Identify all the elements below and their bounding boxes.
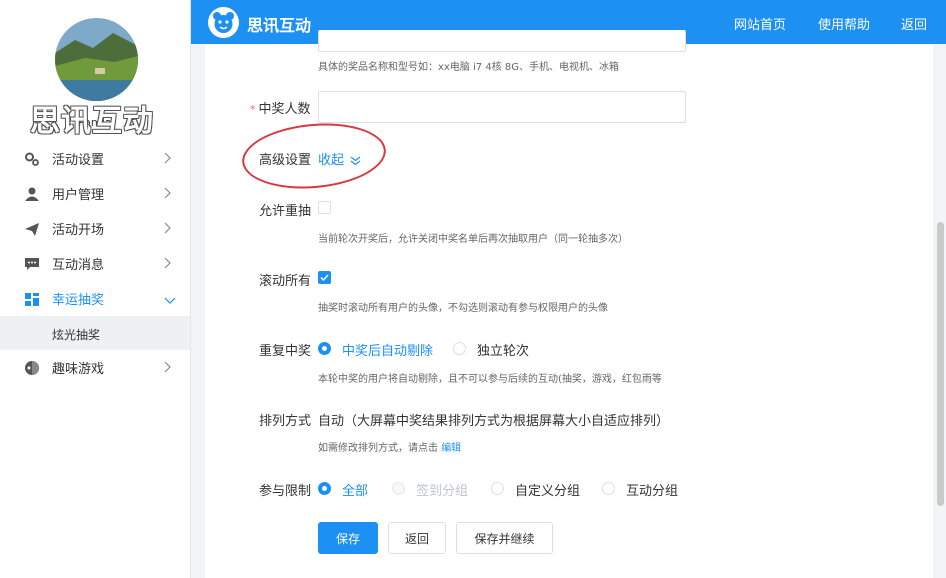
sort-method-hint-text: 如需修改排列方式，请点击 xyxy=(318,443,438,454)
paper-plane-icon xyxy=(24,221,40,237)
collapse-toggle[interactable]: 收起 xyxy=(318,149,361,168)
scroll-all-label: 滚动所有 xyxy=(259,274,312,289)
scroll-all-hint: 抽奖时滚动所有用户的头像，不勾选则滚动有参与权限用户的头像 xyxy=(318,303,608,314)
allow-redraw-checkbox[interactable] xyxy=(318,201,331,214)
limit-all-option[interactable]: 全部 xyxy=(342,480,368,499)
sidebar-item-fun-games[interactable]: 趣味游戏 xyxy=(0,350,190,385)
sidebar-item-label: 用户管理 xyxy=(52,188,105,203)
scroll-all-checkbox[interactable] xyxy=(318,271,331,284)
repeat-win-label: 重复中奖 xyxy=(259,344,312,359)
prize-name-hint: 具体的奖品名称和型号如：xx电脑 i7 4核 8G、手机、电视机、冰箱 xyxy=(318,62,619,73)
prize-name-input[interactable] xyxy=(318,30,686,52)
sidebar-item-label: 幸运抽奖 xyxy=(52,293,105,308)
chevron-down-icon xyxy=(164,294,176,309)
edit-link[interactable]: 编辑 xyxy=(441,443,461,454)
nav-link-back[interactable]: 返回 xyxy=(901,14,927,33)
logo-icon xyxy=(208,7,239,38)
sidebar-subitem-glow-draw[interactable]: 炫光抽奖 xyxy=(0,316,190,350)
collapse-toggle-label: 收起 xyxy=(318,153,345,168)
sidebar-item-activity-settings[interactable]: 活动设置 xyxy=(0,141,190,176)
winners-label: * 中奖人数 xyxy=(250,98,311,117)
limit-checkin-group-radio xyxy=(392,482,405,495)
avatar-landscape-image xyxy=(55,18,138,101)
advanced-settings-label: 高级设置 xyxy=(259,153,312,168)
limit-custom-group-radio[interactable] xyxy=(491,482,504,495)
game-icon xyxy=(24,360,40,376)
repeat-independent-option[interactable]: 独立轮次 xyxy=(477,340,529,359)
participation-limit-label: 参与限制 xyxy=(259,484,312,499)
user-icon xyxy=(24,186,40,202)
sidebar-subitem-label: 炫光抽奖 xyxy=(52,328,101,342)
repeat-win-hint: 本轮中奖的用户将自动剔除，且不可以参与后续的互动(抽奖，游戏，红包雨等 xyxy=(318,374,662,385)
limit-custom-group-option[interactable]: 自定义分组 xyxy=(515,480,580,499)
sidebar-item-interactive-messages[interactable]: 互动消息 xyxy=(0,246,190,281)
brand-title: 思讯互动 xyxy=(247,16,312,35)
watermark-text: 思讯互动 xyxy=(30,104,154,139)
winners-count-input[interactable] xyxy=(318,91,686,123)
double-chevron-down-icon xyxy=(350,156,361,165)
limit-interactive-group-option[interactable]: 互动分组 xyxy=(626,480,678,499)
chevron-right-icon xyxy=(164,257,172,273)
nav-link-help[interactable]: 使用帮助 xyxy=(818,14,870,33)
limit-interactive-group-radio[interactable] xyxy=(602,482,615,495)
sort-method-label: 排列方式 xyxy=(259,414,312,429)
limit-all-radio[interactable] xyxy=(318,482,331,495)
avatar[interactable] xyxy=(55,18,138,101)
allow-redraw-hint: 当前轮次开奖后，允许关闭中奖名单后再次抽取用户（同一轮抽多次） xyxy=(318,234,628,245)
winners-label-text: 中奖人数 xyxy=(258,102,311,117)
required-marker: * xyxy=(250,103,256,116)
sidebar-item-activity-opening[interactable]: 活动开场 xyxy=(0,211,190,246)
message-icon xyxy=(24,256,40,272)
checkmark-icon xyxy=(320,274,329,282)
sidebar: Panda 思讯互动 活动设置 用户管理 活动开场 互动消息 幸运抽奖 炫光抽奖… xyxy=(0,0,191,578)
repeat-remove-option[interactable]: 中奖后自动剔除 xyxy=(342,340,433,359)
chevron-right-icon xyxy=(164,222,172,238)
scrollbar-thumb[interactable] xyxy=(937,222,944,506)
limit-checkin-group-option: 签到分组 xyxy=(416,484,469,499)
sidebar-item-label: 活动设置 xyxy=(52,153,105,168)
save-and-continue-button[interactable]: 保存并继续 xyxy=(456,522,553,554)
sidebar-item-user-management[interactable]: 用户管理 xyxy=(0,176,190,211)
chevron-right-icon xyxy=(164,187,172,203)
sidebar-item-label: 互动消息 xyxy=(52,258,105,273)
back-button[interactable]: 返回 xyxy=(388,522,446,554)
save-button[interactable]: 保存 xyxy=(318,522,378,554)
allow-redraw-label: 允许重抽 xyxy=(259,204,312,219)
nav-link-home[interactable]: 网站首页 xyxy=(734,14,786,33)
sort-method-value: 自动（大屏幕中奖结果排列方式为根据屏幕大小自适应排列） xyxy=(318,414,670,429)
gears-icon xyxy=(24,151,40,167)
chevron-right-icon xyxy=(164,152,172,168)
sidebar-item-label: 趣味游戏 xyxy=(52,362,105,377)
sidebar-item-label: 活动开场 xyxy=(52,223,105,238)
sidebar-item-lucky-draw[interactable]: 幸运抽奖 xyxy=(0,281,190,316)
lottery-icon xyxy=(24,291,40,307)
repeat-independent-radio[interactable] xyxy=(453,342,466,355)
repeat-remove-radio[interactable] xyxy=(318,342,331,355)
sort-method-hint: 如需修改排列方式，请点击 编辑 xyxy=(318,439,461,454)
chevron-right-icon xyxy=(164,361,172,377)
